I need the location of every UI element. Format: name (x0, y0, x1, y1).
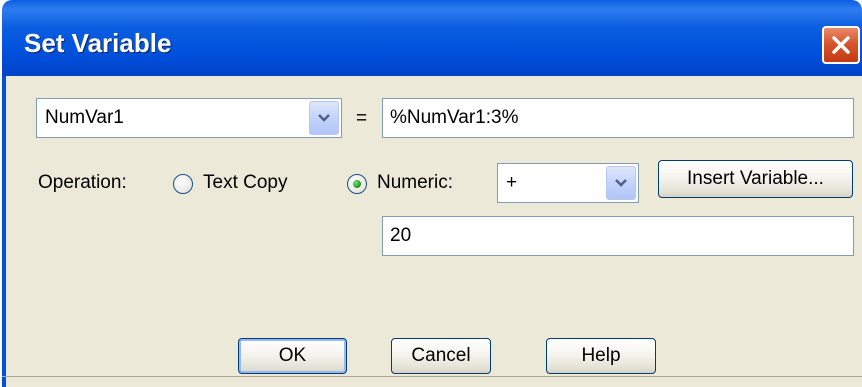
operator-select-value: + (506, 172, 518, 193)
cancel-label: Cancel (411, 345, 471, 366)
numeric-label[interactable]: Numeric: (377, 172, 453, 194)
ok-button[interactable]: OK (238, 338, 347, 374)
operator-select[interactable]: + (497, 163, 639, 203)
title-bar[interactable]: Set Variable (2, 0, 862, 76)
window-bottom-edge (2, 376, 862, 377)
help-label: Help (581, 345, 621, 366)
variable-dropdown-button[interactable] (309, 101, 339, 135)
dialog-title: Set Variable (24, 28, 172, 58)
help-button[interactable]: Help (546, 338, 656, 374)
chevron-down-icon (615, 179, 627, 187)
close-button[interactable] (822, 26, 860, 64)
operation-label: Operation: (38, 172, 127, 193)
dialog-body: NumVar1 = %NumVar1:3% Operation: Text Co… (2, 76, 862, 387)
equals-sign: = (356, 108, 368, 129)
expression-input-value: %NumVar1:3% (390, 107, 519, 128)
numeric-radio[interactable] (347, 174, 367, 194)
set-variable-dialog: Set Variable NumVar1 = %NumVar1:3% Opera… (2, 0, 862, 387)
radio-selected-dot (353, 180, 361, 188)
operator-dropdown-button[interactable] (606, 166, 636, 200)
text-copy-label[interactable]: Text Copy (203, 172, 287, 194)
variable-select-value: NumVar1 (45, 107, 124, 128)
text-copy-radio[interactable] (173, 174, 193, 194)
insert-variable-label: Insert Variable... (687, 168, 824, 189)
insert-variable-button[interactable]: Insert Variable... (658, 160, 853, 198)
expression-input[interactable]: %NumVar1:3% (382, 98, 854, 138)
close-icon (832, 36, 850, 54)
chevron-down-icon (318, 114, 330, 122)
operand-input-value: 20 (390, 225, 412, 246)
variable-select[interactable]: NumVar1 (36, 98, 342, 138)
operand-input[interactable]: 20 (382, 216, 854, 256)
cancel-button[interactable]: Cancel (391, 338, 491, 374)
ok-label: OK (278, 345, 307, 366)
